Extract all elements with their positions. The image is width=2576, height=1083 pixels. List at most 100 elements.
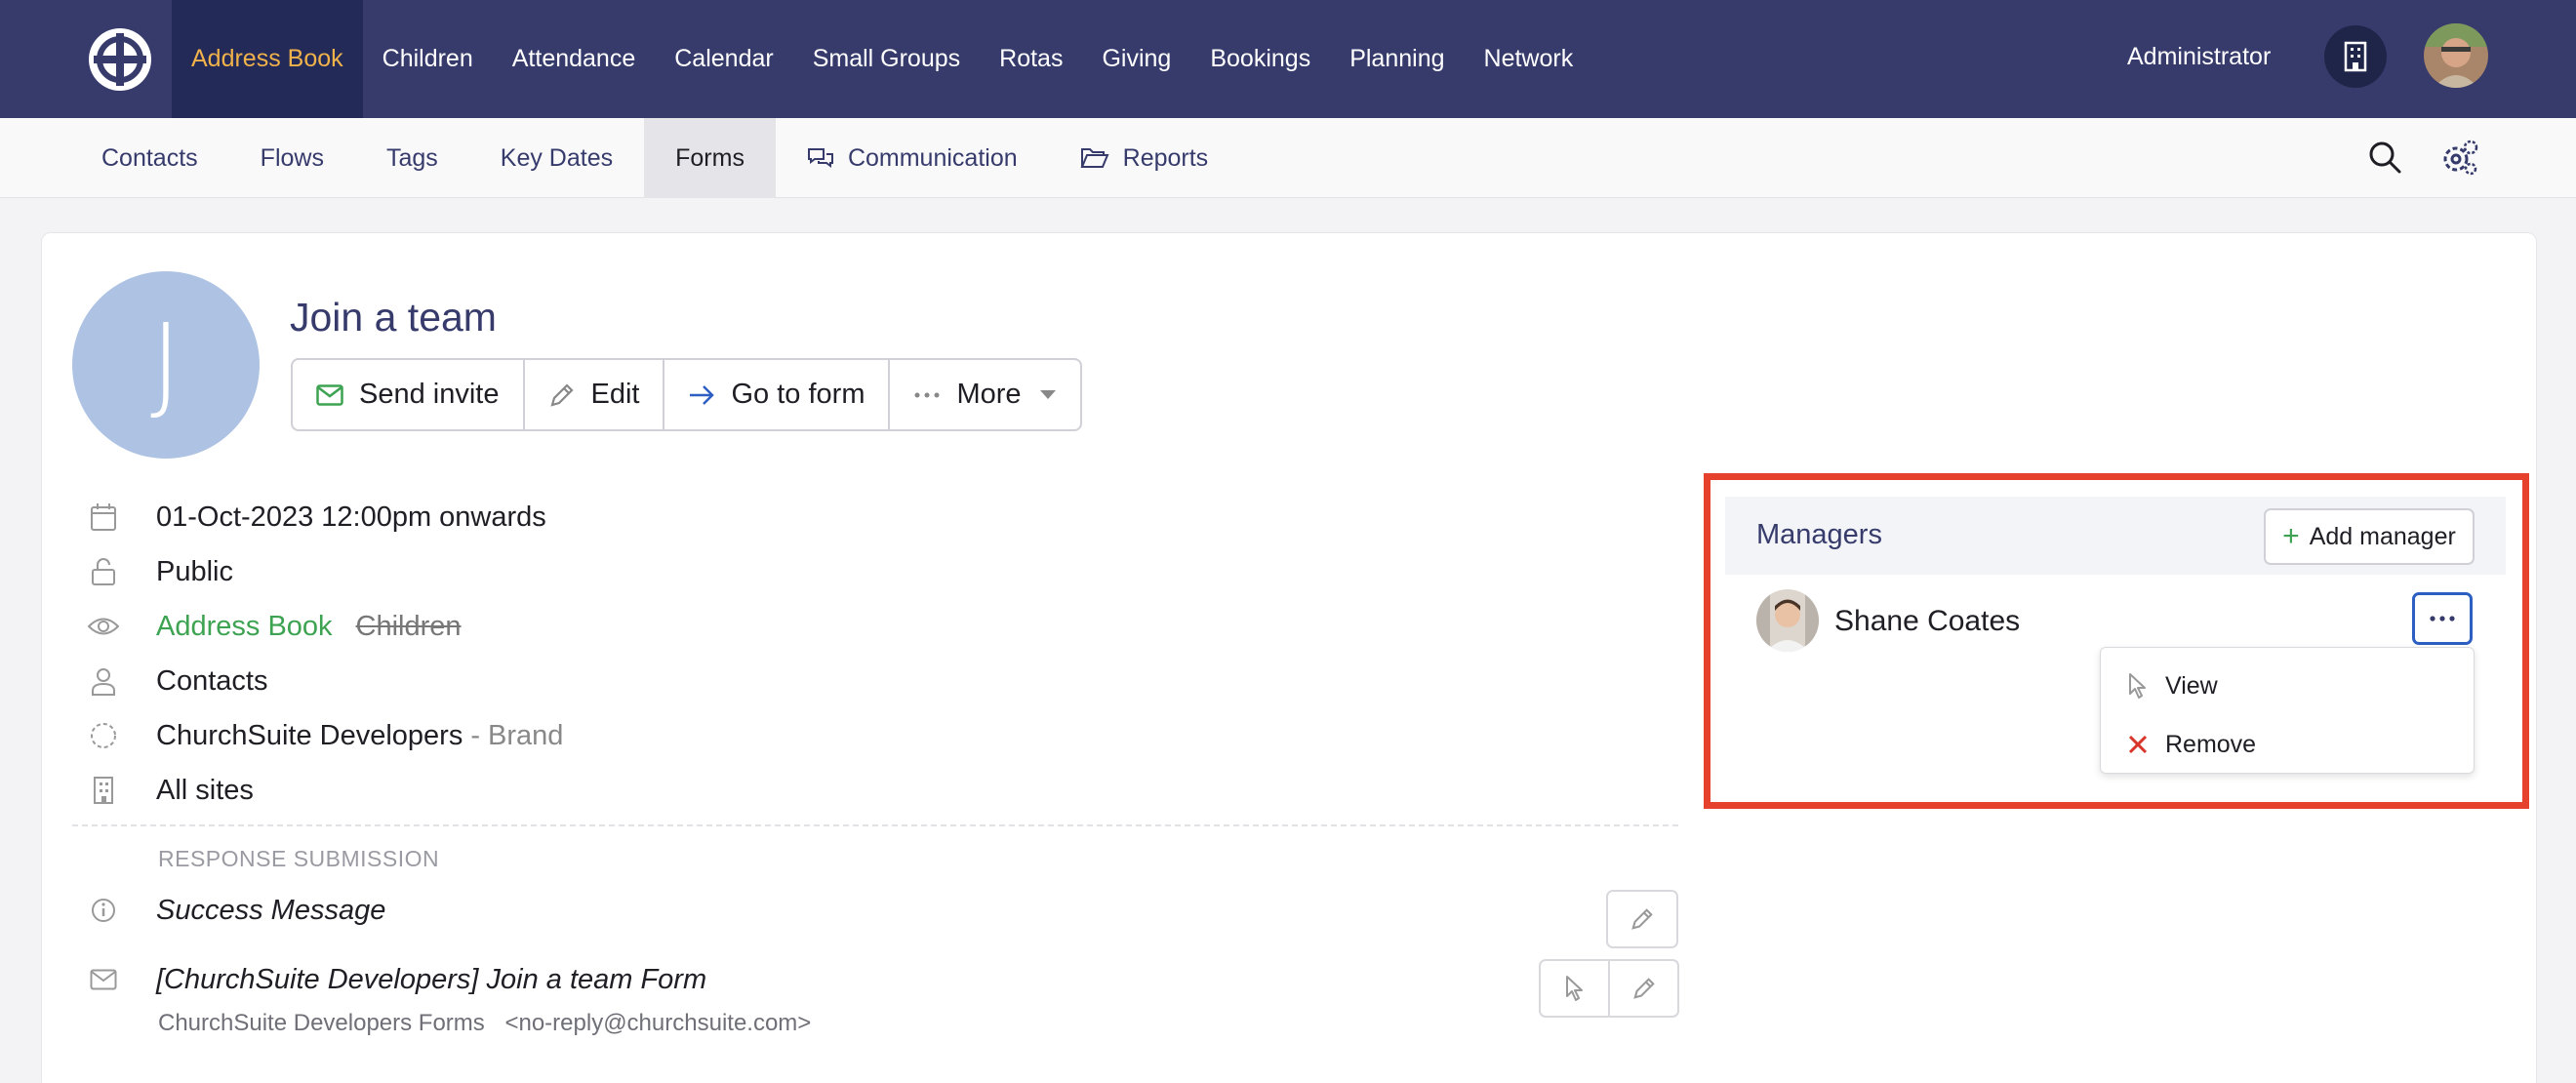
menu-view-label: View (2165, 671, 2218, 700)
menu-remove-label: Remove (2165, 730, 2257, 758)
manager-avatar[interactable] (1756, 589, 1819, 652)
subnav-label: Flows (260, 143, 324, 172)
section-divider (72, 824, 1678, 826)
brand-suffix: - Brand (470, 719, 564, 751)
edit-email-button[interactable] (1610, 961, 1677, 1016)
building-icon (2344, 41, 2367, 72)
detail-date-row: 01-Oct-2023 12:00pm onwards (88, 498, 546, 537)
subnav-item-contacts[interactable]: Contacts (70, 118, 229, 198)
menu-item-remove[interactable]: Remove (2101, 720, 2256, 769)
topnav-item-children[interactable]: Children (363, 0, 493, 118)
response-submission-heading: RESPONSE SUBMISSION (158, 846, 440, 871)
edit-button[interactable]: Edit (525, 360, 665, 429)
pencil-icon (1632, 978, 1655, 999)
topnav-item-network[interactable]: Network (1465, 0, 1593, 118)
cursor-icon (2120, 672, 2155, 700)
send-invite-button[interactable]: Send invite (293, 360, 525, 429)
go-to-form-label: Go to form (731, 379, 865, 410)
module-children: Children (355, 610, 462, 642)
form-action-buttons: Send invite Edit Go to form More (291, 358, 1082, 431)
subnav-item-reports[interactable]: Reports (1049, 118, 1240, 198)
caret-down-icon (1039, 389, 1057, 401)
success-message-text: Success Message (156, 894, 386, 926)
person-icon (88, 666, 119, 696)
sites-text: All sites (156, 774, 254, 806)
subnav-item-forms[interactable]: Forms (644, 118, 776, 198)
subnav-label: Reports (1122, 143, 1209, 172)
topnav-item-small-groups[interactable]: Small Groups (793, 0, 980, 118)
plus-icon: + (2282, 520, 2300, 552)
brand-circle-icon (88, 721, 119, 750)
topnav-item-address-book[interactable]: Address Book (172, 0, 363, 118)
subnav-label: Forms (675, 143, 745, 172)
go-to-form-button[interactable]: Go to form (664, 360, 891, 429)
eye-icon (88, 616, 119, 637)
main-nav: Address Book Children Attendance Calendar Sm… (172, 0, 1592, 118)
chat-bubbles-icon (807, 146, 834, 170)
detail-audience-row: Contacts (88, 662, 267, 701)
pencil-icon (548, 381, 576, 409)
topnav-item-attendance[interactable]: Attendance (493, 0, 656, 118)
sender-name: ChurchSuite Developers Forms (158, 1010, 485, 1036)
more-label: More (956, 379, 1022, 410)
audience-text: Contacts (156, 664, 268, 697)
add-manager-label: Add manager (2309, 522, 2456, 550)
churchsuite-logo[interactable] (86, 25, 154, 94)
subnav-item-flows[interactable]: Flows (229, 118, 355, 198)
detail-modules-row: Address Book Children (88, 607, 462, 646)
manager-options-button[interactable] (2412, 592, 2473, 645)
email-sender: ChurchSuite Developers Forms <no-reply@c… (158, 1010, 811, 1037)
topnav-item-giving[interactable]: Giving (1082, 0, 1190, 118)
email-actions (1539, 959, 1679, 1018)
ellipsis-icon (913, 391, 941, 399)
topnav-item-bookings[interactable]: Bookings (1190, 0, 1330, 118)
subnav-item-key-dates[interactable]: Key Dates (469, 118, 644, 198)
topnav-item-planning[interactable]: Planning (1330, 0, 1464, 118)
sender-email: <no-reply@churchsuite.com> (504, 1010, 812, 1036)
module-address-book: Address Book (156, 610, 333, 642)
visibility-text: Public (156, 555, 233, 587)
cursor-icon (1565, 976, 1583, 1001)
subnav-label: Key Dates (500, 143, 614, 172)
building-icon (88, 776, 119, 805)
brand-name: ChurchSuite Developers (156, 719, 463, 751)
managers-title: Managers (1756, 519, 1882, 550)
user-avatar[interactable] (2424, 23, 2488, 88)
subnav-item-tags[interactable]: Tags (355, 118, 469, 198)
date-text: 01-Oct-2023 12:00pm onwards (156, 501, 546, 533)
preview-email-button[interactable] (1541, 961, 1610, 1016)
envelope-icon (88, 969, 119, 990)
email-subject-text: [ChurchSuite Developers] Join a team For… (156, 963, 707, 995)
user-role-label[interactable]: Administrator (2127, 0, 2271, 118)
manager-name[interactable]: Shane Coates (1834, 605, 2020, 638)
send-invite-label: Send invite (359, 379, 500, 410)
subnav-item-communication[interactable]: Communication (776, 118, 1049, 198)
success-message-row: Success Message (88, 891, 385, 930)
edit-success-message-button[interactable] (1606, 890, 1678, 948)
unlock-icon (88, 557, 119, 586)
site-switcher-button[interactable] (2324, 25, 2387, 88)
envelope-icon (316, 383, 343, 406)
topnav-item-calendar[interactable]: Calendar (655, 0, 792, 118)
pencil-icon (1631, 908, 1653, 930)
sub-nav: Contacts Flows Tags Key Dates Forms Communica… (70, 118, 1239, 198)
top-navigation-bar: Address Book Children Attendance Calendar Sm… (0, 0, 2576, 118)
form-avatar: J (72, 271, 260, 459)
ellipsis-icon (2430, 616, 2455, 622)
arrow-right-icon (688, 383, 715, 407)
detail-brand-row: ChurchSuite Developers - Brand (88, 716, 563, 755)
settings-gear-icon[interactable] (2439, 138, 2480, 183)
subnav-label: Tags (385, 143, 438, 172)
menu-item-view[interactable]: View (2101, 662, 2218, 710)
more-dropdown-button[interactable]: More (890, 360, 1079, 429)
close-icon (2120, 734, 2155, 755)
topnav-item-rotas[interactable]: Rotas (980, 0, 1082, 118)
search-icon[interactable] (2365, 138, 2404, 181)
page-title: Join a team (290, 295, 497, 340)
edit-label: Edit (590, 379, 640, 410)
secondary-navigation-bar: Contacts Flows Tags Key Dates Forms Communica… (0, 118, 2576, 198)
subnav-label: Communication (847, 143, 1018, 172)
subnav-label: Contacts (101, 143, 198, 172)
add-manager-button[interactable]: + Add manager (2264, 508, 2475, 565)
manager-options-menu: View Remove (2100, 647, 2475, 774)
